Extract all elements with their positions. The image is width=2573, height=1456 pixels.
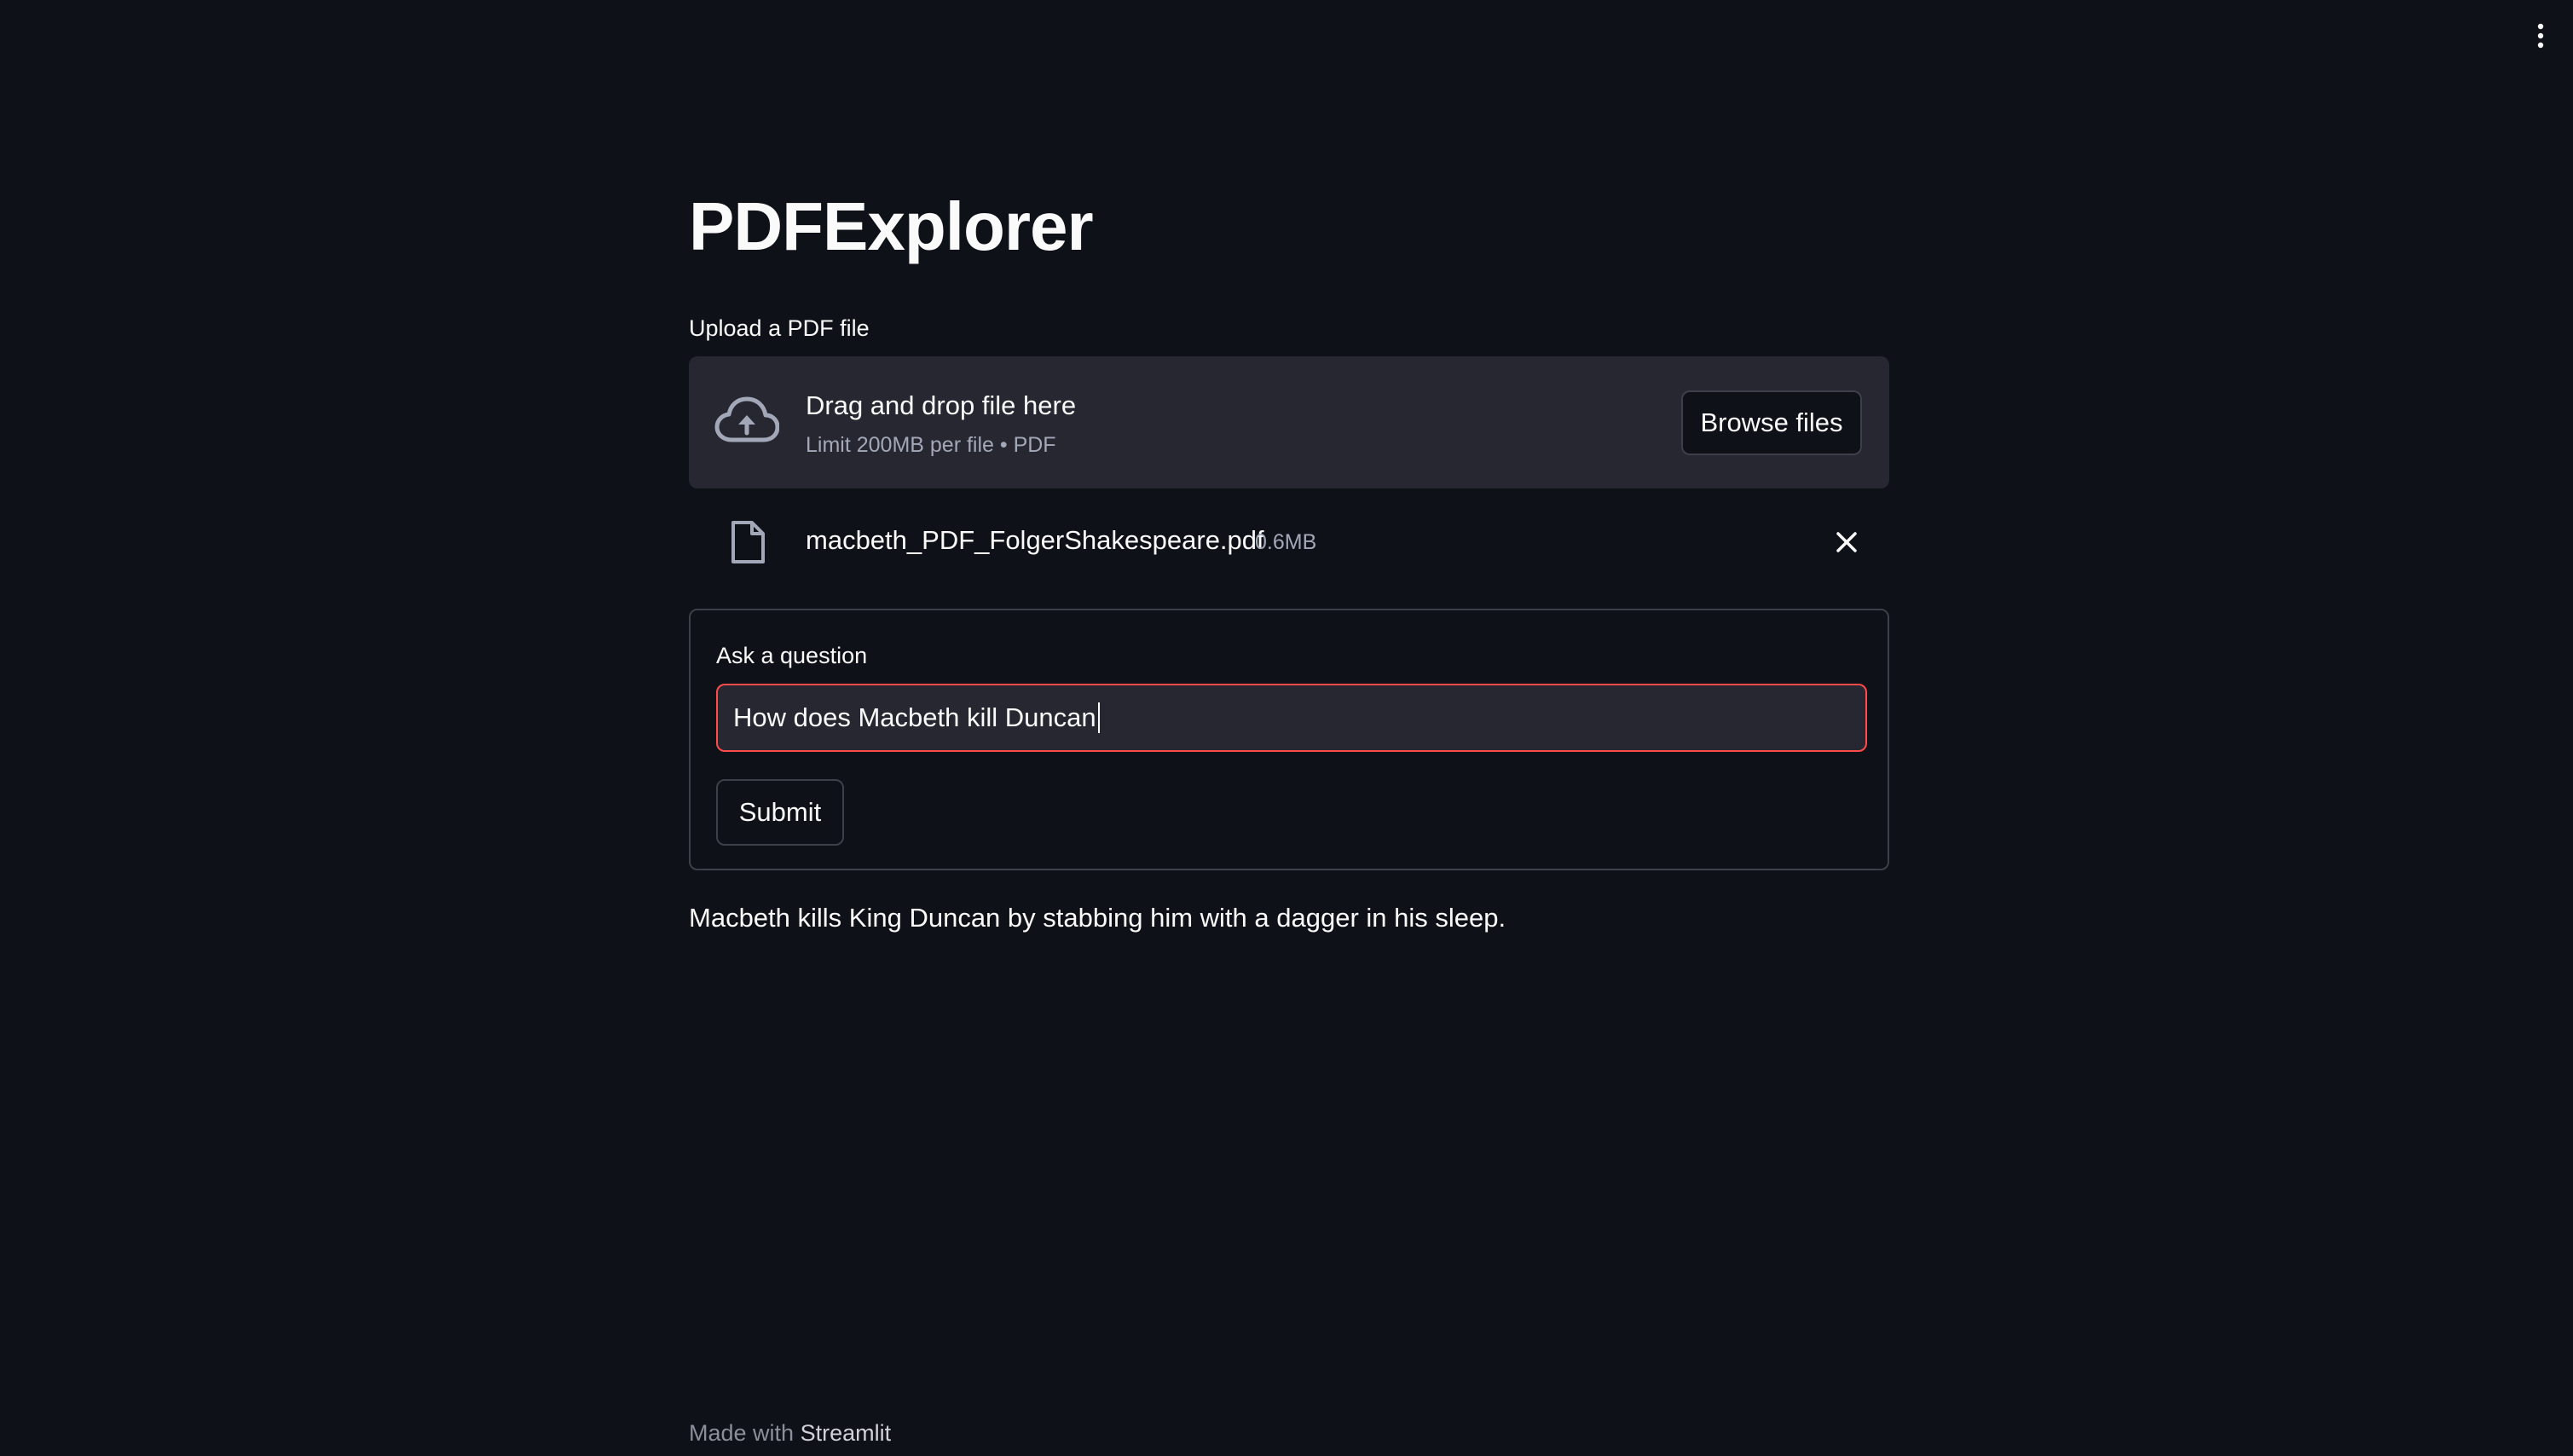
question-form: Ask a question How does Macbeth kill Dun… [689, 609, 1889, 870]
footer: Made with Streamlit [689, 1418, 891, 1447]
uploaded-file-size: 0.6MB [1255, 530, 1317, 554]
dropzone-title: Drag and drop file here [806, 390, 1077, 420]
cloud-upload-icon [714, 394, 780, 448]
file-dropzone[interactable]: Drag and drop file here Limit 200MB per … [689, 356, 1889, 488]
question-input-value: How does Macbeth kill Duncan [733, 702, 1096, 732]
question-input[interactable]: How does Macbeth kill Duncan [716, 684, 1867, 752]
question-label: Ask a question [716, 643, 868, 668]
main-content: PDFExplorer Upload a PDF file Drag and d… [689, 0, 1889, 1456]
uploaded-file-row: macbeth_PDF_FolgerShakespeare.pdf 0.6MB [689, 511, 1889, 571]
page-title: PDFExplorer [689, 188, 1094, 264]
file-icon [730, 520, 766, 564]
submit-button[interactable]: Submit [716, 779, 844, 846]
answer-text: Macbeth kills King Duncan by stabbing hi… [689, 903, 1506, 933]
close-icon[interactable] [1831, 527, 1862, 558]
streamlit-link[interactable]: Streamlit [801, 1420, 892, 1446]
kebab-menu-icon[interactable] [2524, 19, 2558, 53]
footer-prefix: Made with [689, 1420, 795, 1446]
text-caret [1097, 702, 1100, 733]
uploaded-file-name: macbeth_PDF_FolgerShakespeare.pdf [806, 525, 1264, 555]
upload-label: Upload a PDF file [689, 315, 870, 341]
dropzone-limit-text: Limit 200MB per file • PDF [806, 433, 1056, 457]
browse-files-button[interactable]: Browse files [1681, 390, 1862, 455]
